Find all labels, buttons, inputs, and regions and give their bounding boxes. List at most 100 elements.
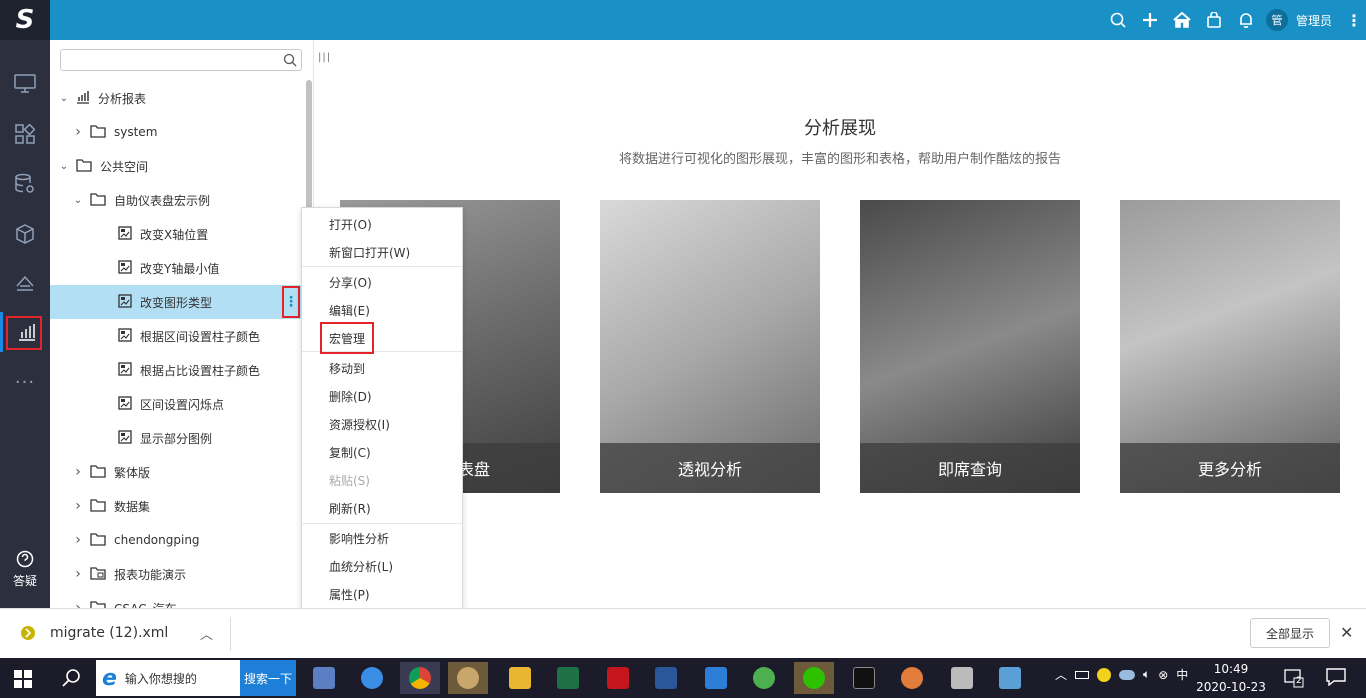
taskbar-app-window-icon[interactable]	[990, 662, 1030, 694]
home-icon[interactable]	[1166, 0, 1198, 40]
menu-item[interactable]: 打开(O)	[302, 211, 462, 239]
tree-item[interactable]: 改变图形类型	[50, 285, 302, 319]
add-icon[interactable]	[1134, 0, 1166, 40]
battery-icon[interactable]	[1075, 670, 1090, 679]
menu-item[interactable]: 资源授权(I)	[302, 411, 462, 439]
taskbar-search-box[interactable]: e 输入你想搜的	[96, 660, 240, 696]
chevron-right-icon[interactable]: ›	[72, 600, 84, 608]
tree-item-label: 区间设置闪烁点	[140, 397, 225, 412]
menu-item[interactable]: 复制(C)	[302, 439, 462, 467]
chevron-right-icon[interactable]: ›	[72, 498, 84, 514]
more-vertical-icon[interactable]: ⋮	[1342, 0, 1366, 40]
avatar[interactable]: 管	[1265, 9, 1288, 31]
apps-icon[interactable]	[0, 114, 50, 154]
volume-icon[interactable]: 🔈︎	[1143, 667, 1150, 682]
taskbar-app-coin-icon[interactable]	[448, 662, 488, 694]
taskbar-clock[interactable]: 10:49 2020-10-23	[1196, 660, 1266, 696]
close-circle-icon[interactable]: ⊗	[1158, 668, 1168, 682]
action-center-icon[interactable]	[1326, 668, 1346, 689]
menu-item[interactable]: 属性(P)	[302, 581, 462, 609]
monitor-icon[interactable]	[0, 64, 50, 104]
tree-item-label: 改变Y轴最小值	[140, 261, 220, 276]
chevron-right-icon[interactable]: ›	[72, 464, 84, 480]
notification-icon[interactable]: 2	[1284, 668, 1304, 691]
taskbar-search-button[interactable]: 搜索一下	[240, 660, 296, 696]
taskbar-app-paint-icon[interactable]	[892, 662, 932, 694]
search-icon[interactable]	[1102, 0, 1134, 40]
close-icon[interactable]: ✕	[1340, 623, 1353, 642]
menu-item[interactable]: 移动到	[302, 355, 462, 383]
panel-collapse-handle[interactable]: |||	[318, 52, 331, 63]
chevron-up-icon[interactable]: ︿	[200, 624, 213, 643]
chevron-right-icon[interactable]: ›	[72, 124, 84, 140]
menu-item[interactable]: 新窗口打开(W)	[302, 239, 462, 267]
more-icon[interactable]: ···	[0, 362, 50, 402]
tree-item[interactable]: › 报表功能演示	[50, 557, 302, 591]
chevron-down-icon[interactable]: ⌄	[58, 93, 70, 104]
taskbar-app-chrome-icon[interactable]	[400, 662, 440, 694]
taskbar-app-terminal-icon[interactable]	[844, 662, 884, 694]
taskbar-app-wechat-icon[interactable]	[794, 662, 834, 694]
menu-item[interactable]: 血统分析(L)	[302, 553, 462, 581]
taskbar-app-folder-icon[interactable]	[500, 662, 540, 694]
tree-item-label: 根据占比设置柱子颜色	[140, 363, 261, 378]
tree-search[interactable]	[60, 49, 302, 71]
layers-icon[interactable]	[0, 264, 50, 304]
tree-item[interactable]: 改变Y轴最小值	[50, 251, 302, 285]
taskbar-app-word-icon[interactable]	[646, 662, 686, 694]
plus-badge-icon[interactable]	[1097, 667, 1112, 682]
taskbar-search-icon[interactable]	[62, 668, 82, 688]
database-gear-icon[interactable]	[0, 164, 50, 204]
username[interactable]: 管理员	[1296, 12, 1332, 29]
page-title: 分析展现	[804, 118, 876, 139]
chevron-right-icon[interactable]: ›	[72, 566, 84, 582]
bag-icon[interactable]	[1198, 0, 1230, 40]
tree-item[interactable]: ⌄ 分析报表	[50, 81, 302, 115]
card-adhoc-query[interactable]: 即席查询	[860, 200, 1080, 493]
taskbar-app-excel-icon[interactable]	[548, 662, 588, 694]
card-more-analysis[interactable]: 更多分析	[1120, 200, 1340, 493]
search-icon[interactable]	[283, 53, 297, 67]
cube-icon[interactable]	[0, 214, 50, 254]
chevron-down-icon[interactable]: ⌄	[58, 161, 70, 172]
menu-item[interactable]: 编辑(E)	[302, 297, 462, 325]
tree-item[interactable]: › 数据集	[50, 489, 302, 523]
show-all-button[interactable]: 全部显示	[1250, 618, 1330, 648]
taskbar-app-feishu-icon[interactable]	[352, 662, 392, 694]
tree-item[interactable]: › CSAC_汽车	[50, 591, 302, 608]
windows-start-icon[interactable]	[14, 670, 32, 688]
tree-item[interactable]: 显示部分图例	[50, 421, 302, 455]
tree-item[interactable]: ⌄ 自助仪表盘宏示例	[50, 183, 302, 217]
menu-item[interactable]: 删除(D)	[302, 383, 462, 411]
tree-item[interactable]: › system	[50, 115, 302, 149]
taskbar-app-network-icon[interactable]	[304, 662, 344, 694]
tree-item[interactable]: 根据区间设置柱子颜色	[50, 319, 302, 353]
taskbar-app-notes-icon[interactable]	[942, 662, 982, 694]
chevron-right-icon[interactable]: ›	[72, 532, 84, 548]
help-icon	[16, 550, 34, 568]
item-more-button[interactable]: ⋮	[282, 286, 300, 318]
taskbar-app-z-icon[interactable]	[696, 662, 736, 694]
menu-item[interactable]: 刷新(R)	[302, 495, 462, 523]
chevron-down-icon[interactable]: ⌄	[72, 195, 84, 206]
menu-item[interactable]: 影响性分析	[302, 525, 462, 553]
help-button[interactable]: 答疑	[0, 550, 50, 589]
card-pivot-analysis[interactable]: 透视分析	[600, 200, 820, 493]
bell-icon[interactable]	[1230, 0, 1262, 40]
download-item[interactable]: migrate (12).xml	[20, 625, 168, 641]
chevron-up-icon[interactable]: ︿	[1055, 666, 1067, 683]
search-input[interactable]	[61, 50, 276, 70]
cloud-icon[interactable]	[1119, 669, 1136, 680]
tree-item[interactable]: ⌄ 公共空间	[50, 149, 302, 183]
taskbar-app-wh-icon[interactable]	[598, 662, 638, 694]
tree-item[interactable]: 根据占比设置柱子颜色	[50, 353, 302, 387]
tree-item[interactable]: 区间设置闪烁点	[50, 387, 302, 421]
ime-indicator[interactable]: 中	[1176, 666, 1188, 683]
tree-item[interactable]: › chendongping	[50, 523, 302, 557]
tree-item[interactable]: 改变X轴位置	[50, 217, 302, 251]
menu-item[interactable]: 分享(O)	[302, 269, 462, 297]
app-logo[interactable]: S	[0, 0, 50, 40]
tree-item[interactable]: › 繁体版	[50, 455, 302, 489]
tree-scrollbar[interactable]	[306, 80, 312, 220]
taskbar-app-frog-icon[interactable]	[744, 662, 784, 694]
